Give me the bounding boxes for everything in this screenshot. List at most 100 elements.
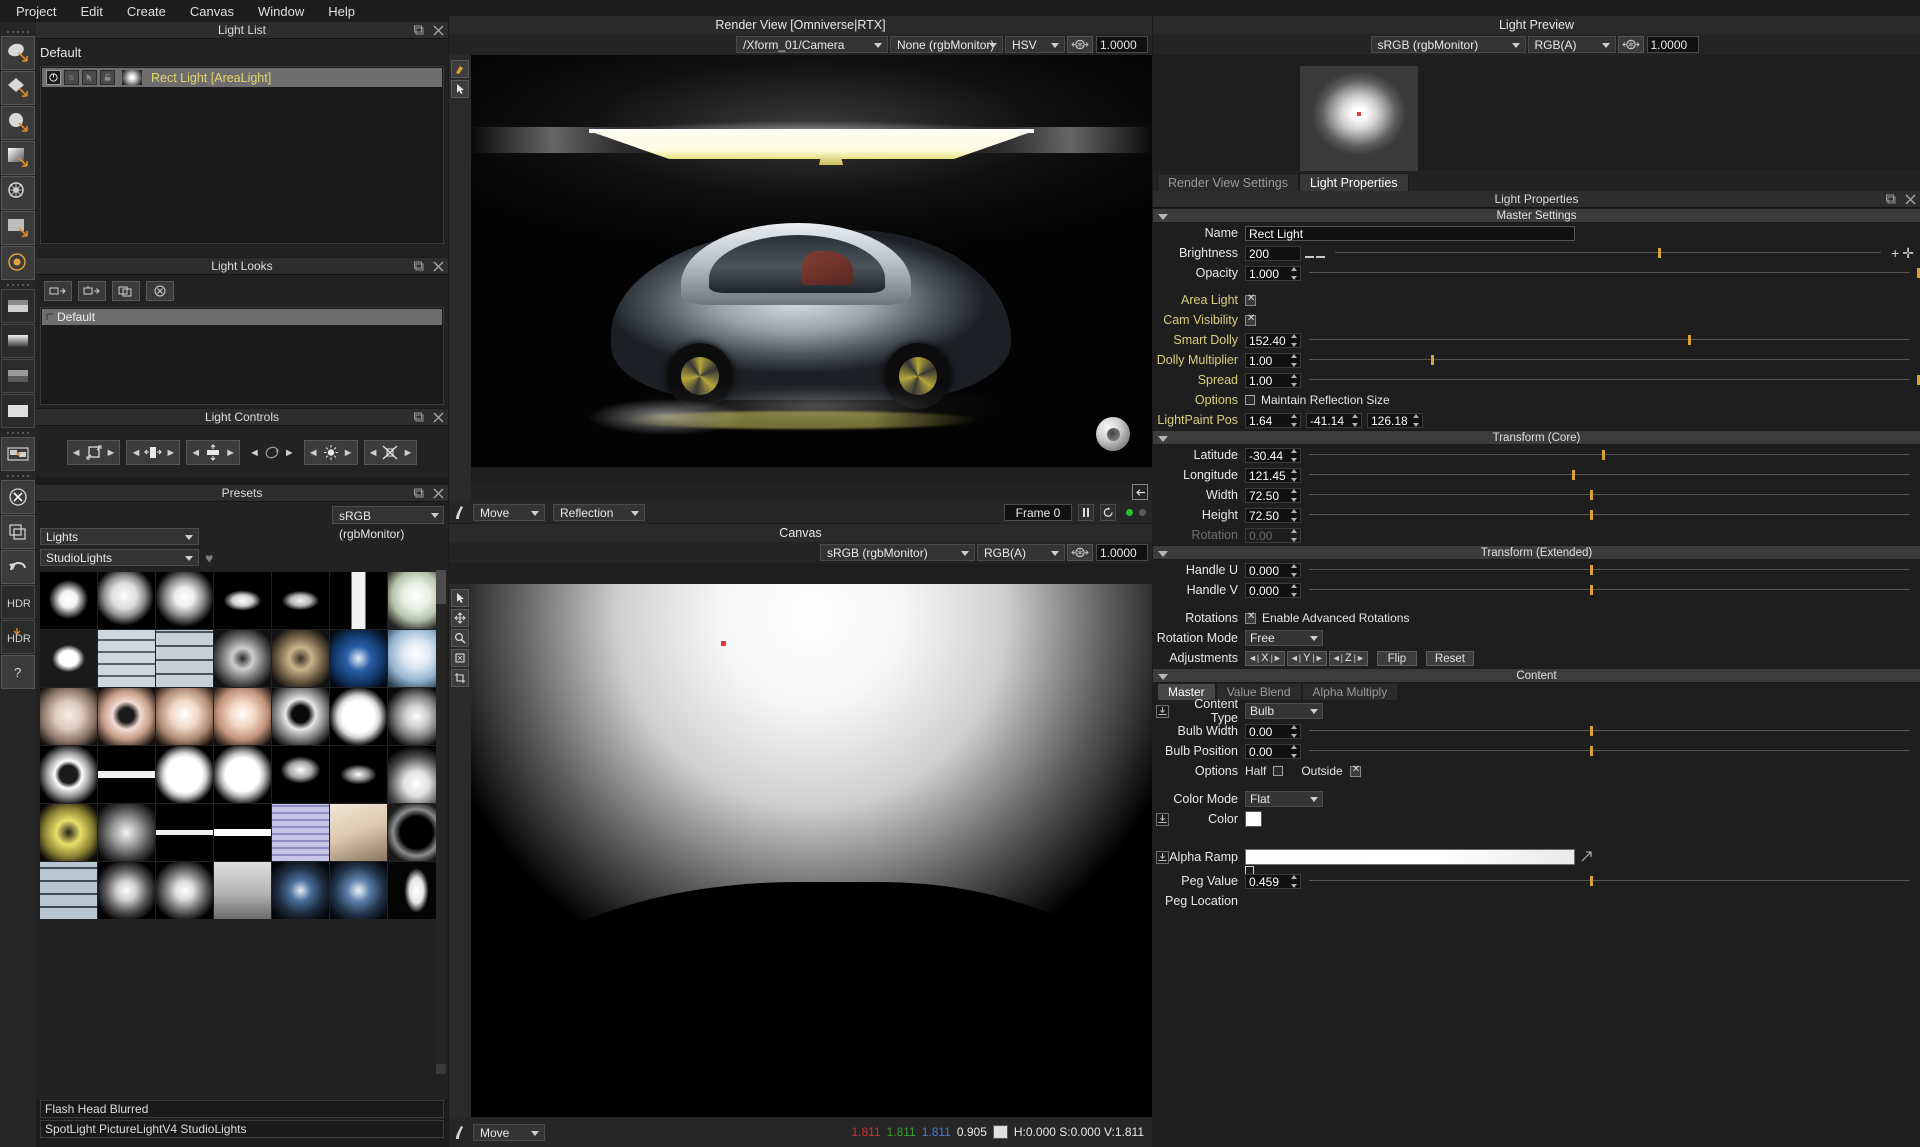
preset-thumbnail[interactable] — [272, 862, 329, 919]
spread-field[interactable]: 1.00 — [1245, 372, 1301, 388]
rotate-icon[interactable] — [261, 442, 283, 463]
spinner-icon[interactable] — [1291, 266, 1299, 280]
load-color-icon[interactable] — [1156, 812, 1169, 826]
reset-button[interactable]: Reset — [1425, 650, 1474, 666]
left-arrow-icon[interactable]: ◄ — [189, 447, 202, 459]
toolbar-grip[interactable] — [0, 28, 36, 35]
alpha-ramp-gradient[interactable] — [1245, 849, 1575, 865]
scale-width-control[interactable]: ◄ ► — [126, 440, 181, 465]
paint-icon[interactable] — [451, 60, 469, 78]
preview-colorspace-select[interactable]: sRGB (rgbMonitor) — [1370, 36, 1526, 53]
outside-checkbox[interactable] — [1349, 764, 1361, 777]
bulb-position-slider[interactable] — [1309, 741, 1920, 761]
brush-icon[interactable] — [453, 504, 467, 520]
chevron-down-icon[interactable] — [631, 510, 639, 516]
preview-channel-select[interactable]: RGB(A) — [1527, 36, 1616, 53]
half-checkbox[interactable] — [1273, 766, 1284, 776]
height-slider[interactable] — [1309, 505, 1920, 525]
delete-icon[interactable] — [1, 480, 35, 514]
preset-thumbnail[interactable] — [156, 804, 213, 861]
left-arrow-icon[interactable]: ◄ — [70, 447, 83, 459]
scroll-down-arrow[interactable] — [436, 1064, 446, 1074]
handle-v-field[interactable]: 0.000 — [1245, 582, 1301, 598]
delete-icon[interactable] — [146, 281, 174, 301]
undock-icon[interactable] — [414, 488, 425, 499]
chevron-down-icon[interactable] — [989, 43, 997, 48]
preset-thumbnail[interactable] — [272, 572, 329, 629]
preset-thumbnail[interactable] — [272, 746, 329, 803]
preset-thumbnail[interactable] — [156, 746, 213, 803]
chevron-down-icon[interactable] — [874, 43, 882, 48]
color-swatch[interactable] — [1245, 811, 1262, 827]
preset-thumbnail[interactable] — [40, 804, 97, 861]
power-icon[interactable] — [46, 70, 61, 85]
preset-thumbnail[interactable] — [40, 862, 97, 919]
tab-render-view-settings[interactable]: Render View Settings — [1157, 173, 1299, 191]
chevron-down-icon[interactable] — [531, 1130, 539, 1136]
procedural-light-tool-icon[interactable] — [1, 176, 35, 210]
aperture-icon[interactable] — [1067, 36, 1093, 53]
area-light-tool-icon[interactable] — [1, 36, 35, 70]
ramp-expand-icon[interactable] — [1581, 850, 1592, 865]
preset-thumbnail[interactable] — [272, 630, 329, 687]
area-light-checkbox[interactable] — [1245, 293, 1256, 306]
undo-icon[interactable] — [1, 550, 35, 584]
right-arrow-icon[interactable]: ► — [105, 447, 118, 459]
preset-thumbnail[interactable] — [214, 630, 271, 687]
longitude-field[interactable]: 121.45 — [1245, 467, 1301, 483]
collapse-left-icon[interactable] — [1132, 484, 1148, 500]
smart-dolly-slider[interactable] — [1309, 330, 1920, 350]
preset-thumbnail[interactable] — [40, 688, 97, 745]
right-arrow-icon[interactable]: |► — [1354, 653, 1365, 663]
close-icon[interactable] — [433, 25, 444, 36]
chevron-down-icon[interactable] — [961, 551, 969, 556]
gradient-light-tool-icon[interactable] — [1, 141, 35, 175]
chevron-down-icon[interactable] — [1051, 43, 1059, 48]
light-preview-viewport[interactable] — [1153, 56, 1920, 171]
handle-u-slider[interactable] — [1309, 560, 1920, 580]
render-view-channel-select[interactable]: Reflection — [553, 503, 645, 521]
crop-icon[interactable] — [451, 669, 469, 687]
preset-thumbnail[interactable] — [98, 746, 155, 803]
spinner-icon[interactable] — [1291, 413, 1299, 427]
preview-exposure-field[interactable]: 1.0000 — [1646, 36, 1699, 53]
chevron-down-icon[interactable] — [1511, 43, 1520, 48]
menu-item-edit[interactable]: Edit — [68, 2, 114, 21]
scale-height-icon[interactable] — [202, 442, 224, 463]
chevron-down-icon[interactable] — [185, 556, 193, 561]
preset-thumbnail[interactable] — [330, 630, 387, 687]
rotation-mode-select[interactable]: Free — [1245, 630, 1323, 646]
brightness-slider[interactable] — [1335, 243, 1891, 263]
scale-uniform-control[interactable]: ◄ ► — [66, 440, 121, 465]
expand-icon[interactable] — [46, 313, 54, 321]
select-icon[interactable] — [82, 70, 97, 85]
smart-dolly-field[interactable]: 152.40 — [1245, 332, 1301, 348]
presets-scrollbar[interactable] — [436, 570, 446, 1064]
lightpaint-x-field[interactable]: 1.64 — [1245, 412, 1301, 428]
preset-thumbnail[interactable] — [98, 688, 155, 745]
spinner-icon[interactable] — [1291, 468, 1299, 482]
spinner-icon[interactable] — [1291, 333, 1299, 347]
maintain-reflection-checkbox[interactable] — [1245, 395, 1255, 405]
toolbar-grip-3[interactable] — [0, 429, 36, 436]
preset-thumbnail[interactable] — [156, 630, 213, 687]
chevron-down-icon[interactable] — [1310, 797, 1318, 802]
peg-value-slider[interactable] — [1309, 871, 1920, 891]
plus-icon[interactable]: + — [1891, 245, 1902, 261]
adjust-y-control[interactable]: ◄| Y |► — [1286, 650, 1327, 666]
preset-thumbnail[interactable] — [98, 630, 155, 687]
brightness-control[interactable]: ◄ ► — [303, 440, 358, 465]
dolly-multiplier-field[interactable]: 1.00 — [1245, 352, 1301, 368]
aov-select[interactable]: None (rgbMonitor) — [890, 36, 1003, 53]
undock-icon[interactable] — [1886, 194, 1897, 205]
right-arrow-icon[interactable]: ► — [401, 447, 414, 459]
left-arrow-icon[interactable]: ◄| — [1248, 653, 1259, 663]
adjust-z-control[interactable]: ◄| Z |► — [1328, 650, 1368, 666]
hdr-map-icon[interactable] — [1, 289, 35, 323]
right-arrow-icon[interactable]: |► — [1271, 653, 1282, 663]
canvas-colorspace-select[interactable]: sRGB (rgbMonitor) — [820, 544, 975, 561]
toolbar-grip-2[interactable] — [0, 281, 36, 288]
preset-path-field[interactable]: SpotLight PictureLightV4 StudioLights — [40, 1120, 444, 1138]
chevron-down-icon[interactable] — [185, 535, 193, 540]
color-mode-select[interactable]: Flat — [1245, 791, 1323, 807]
